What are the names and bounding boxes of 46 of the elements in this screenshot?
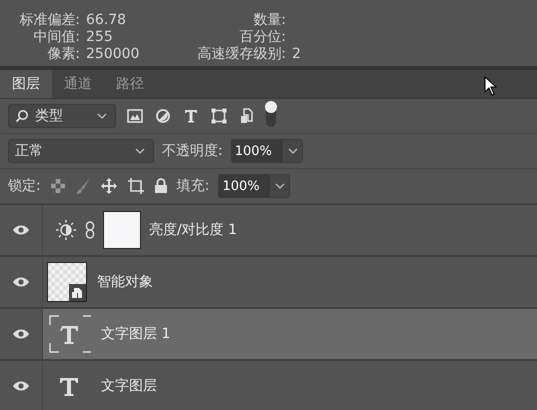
type-layer-icon — [47, 315, 91, 353]
document-icon[interactable] — [238, 107, 256, 125]
opacity-field[interactable]: 100% — [230, 139, 303, 163]
stat-label: 标准偏差: — [18, 12, 81, 29]
image-filter-icon[interactable] — [126, 107, 144, 125]
stat-value: 2 — [292, 46, 302, 63]
stat-value: 250000 — [86, 46, 140, 63]
filter-dropdown[interactable]: 类型 — [8, 104, 116, 128]
layer-row[interactable]: 亮度/对比度 1 — [0, 205, 537, 257]
transform-box-icon[interactable] — [210, 107, 228, 125]
eye-icon[interactable] — [12, 380, 30, 392]
layer-row[interactable]: 文字图层 1 — [0, 309, 537, 361]
type-icon[interactable] — [182, 107, 200, 125]
panel-tab[interactable]: 路径 — [104, 70, 156, 98]
fill-field[interactable]: 100% — [218, 174, 290, 198]
panel-tab[interactable]: 通道 — [52, 70, 104, 98]
stat-label: 百分位: — [238, 29, 287, 46]
layer-name: 亮度/对比度 1 — [149, 221, 238, 239]
mouse-pointer-icon — [484, 76, 498, 96]
stat-label: 中间值: — [32, 29, 81, 46]
field-label: 填充: — [176, 177, 210, 195]
layer-name: 文字图层 1 — [101, 325, 170, 343]
stat-label: 像素: — [46, 46, 81, 63]
stat-label: 数量: — [252, 12, 287, 29]
search-icon — [15, 109, 29, 123]
stat-value: 255 — [86, 29, 114, 46]
blend-mode-dropdown[interactable]: 正常 — [8, 139, 154, 163]
lock-label: 锁定: — [8, 177, 41, 195]
stat-label: 高速缓存级别: — [196, 46, 287, 63]
half-circle-icon[interactable] — [154, 107, 172, 125]
layer-mask-thumbnail — [103, 211, 141, 249]
eye-icon[interactable] — [12, 276, 30, 288]
layer-name: 文字图层 — [101, 377, 157, 395]
field-label: 不透明度: — [162, 142, 223, 160]
chain-link-icon — [85, 221, 95, 239]
panel-tab[interactable]: 图层 — [0, 70, 52, 98]
eye-icon[interactable] — [12, 328, 30, 340]
layer-row[interactable]: 文字图层 — [0, 361, 537, 410]
lock-icon[interactable] — [154, 178, 168, 194]
layer-name: 智能对象 — [97, 273, 153, 291]
transparent-thumbnail — [47, 262, 87, 302]
move-icon[interactable] — [100, 177, 118, 195]
crop-icon[interactable] — [126, 177, 145, 195]
brightness-icon — [55, 219, 77, 241]
eye-icon[interactable] — [12, 224, 30, 236]
stat-value: 66.78 — [86, 12, 128, 29]
